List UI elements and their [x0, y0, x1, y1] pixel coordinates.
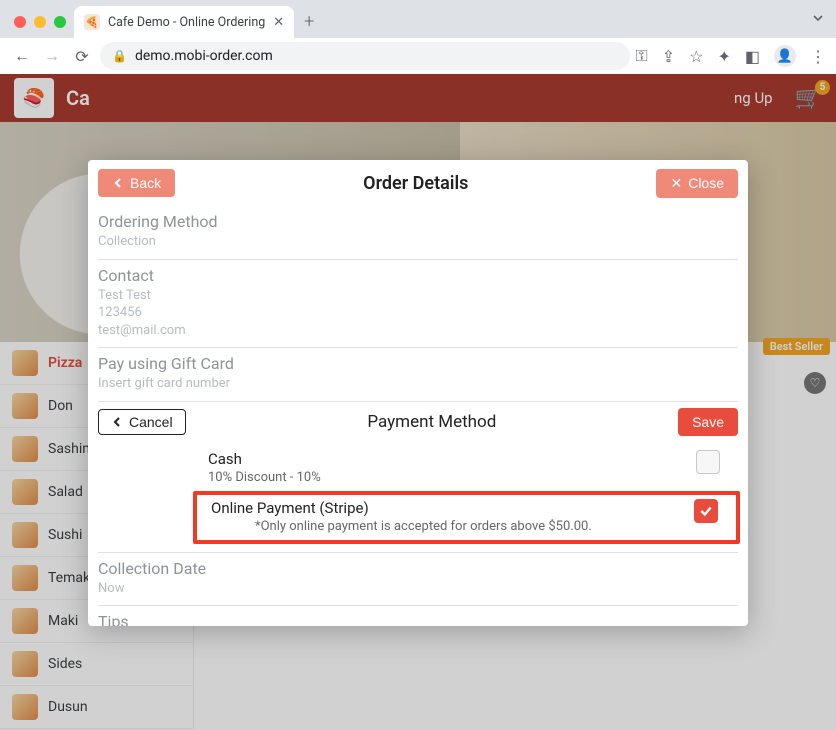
section-gift-card[interactable]: Pay using Gift Card Insert gift card num… — [98, 348, 738, 402]
address-bar[interactable]: 🔒 demo.mobi-order.com — [100, 42, 630, 70]
reload-icon[interactable]: ⟳ — [70, 47, 94, 66]
modal-body: Ordering Method Collection Contact Test … — [88, 206, 748, 626]
checkbox-unchecked[interactable] — [696, 450, 720, 474]
browser-chrome: 🍕 Cafe Demo - Online Ordering ✕ + ← → ⟳ … — [0, 0, 836, 75]
section-ordering-method[interactable]: Ordering Method Collection — [98, 206, 738, 260]
toolbar-actions: ⚿ ⇪ ☆ ✦ ◧ 👤 ⋮ — [636, 45, 826, 67]
check-icon — [699, 504, 713, 518]
ordering-method-value: Collection — [98, 233, 738, 251]
section-payment-method: Cancel Payment Method Save Cash 10% Disc… — [98, 402, 738, 553]
close-window-icon[interactable] — [14, 16, 26, 28]
gift-card-placeholder: Insert gift card number — [98, 375, 738, 393]
back-button[interactable]: Back — [98, 169, 175, 197]
contact-email: test@mail.com — [98, 322, 738, 340]
contact-phone: 123456 — [98, 304, 738, 322]
lock-icon: 🔒 — [112, 49, 127, 63]
payment-method-title: Payment Method — [186, 412, 678, 432]
contact-name: Test Test — [98, 287, 738, 305]
payment-option-note: 10% Discount - 10% — [208, 470, 696, 485]
maximize-window-icon[interactable] — [54, 16, 66, 28]
modal-title: Order Details — [175, 173, 656, 194]
extensions-icon[interactable]: ✦ — [717, 47, 730, 66]
tab-strip: 🍕 Cafe Demo - Online Ordering ✕ + — [0, 0, 836, 38]
section-title: Pay using Gift Card — [98, 354, 738, 373]
collection-date-value: Now — [98, 580, 738, 598]
payment-option-label: Cash — [208, 450, 696, 468]
window-controls[interactable] — [8, 16, 74, 38]
modal-header: Back Order Details ✕ Close — [88, 160, 748, 206]
section-title: Ordering Method — [98, 212, 738, 231]
section-contact[interactable]: Contact Test Test 123456 test@mail.com — [98, 260, 738, 349]
back-icon[interactable]: ← — [10, 46, 34, 66]
section-title: Collection Date — [98, 559, 738, 578]
new-tab-button[interactable]: + — [304, 11, 314, 32]
chevron-left-icon — [112, 177, 124, 189]
tab-close-icon[interactable]: ✕ — [273, 15, 284, 30]
url-text: demo.mobi-order.com — [135, 48, 273, 64]
key-icon[interactable]: ⚿ — [636, 46, 648, 66]
forward-icon: → — [40, 46, 64, 66]
kebab-menu-icon[interactable]: ⋮ — [810, 47, 826, 66]
payment-option-cash[interactable]: Cash 10% Discount - 10% — [98, 446, 738, 491]
profile-avatar[interactable]: 👤 — [774, 45, 796, 67]
payment-option-label: Online Payment (Stripe) — [211, 499, 694, 517]
payment-option-note: *Only online payment is accepted for ord… — [211, 519, 694, 534]
cancel-label: Cancel — [129, 414, 173, 430]
section-title: Tips — [98, 612, 738, 626]
close-button[interactable]: ✕ Close — [656, 169, 738, 198]
browser-tab[interactable]: 🍕 Cafe Demo - Online Ordering ✕ — [74, 6, 294, 38]
checkbox-checked[interactable] — [694, 499, 718, 523]
close-icon: ✕ — [670, 175, 682, 192]
favicon-icon: 🍕 — [84, 14, 100, 30]
save-button[interactable]: Save — [678, 408, 738, 436]
tab-title: Cafe Demo - Online Ordering — [108, 15, 265, 30]
tabs-overflow-icon[interactable] — [812, 9, 824, 28]
cancel-button[interactable]: Cancel — [98, 409, 186, 435]
minimize-window-icon[interactable] — [34, 16, 46, 28]
side-panel-icon[interactable]: ◧ — [745, 47, 760, 66]
chevron-left-icon — [111, 416, 123, 428]
section-collection-date[interactable]: Collection Date Now — [98, 553, 738, 607]
chevron-down-icon — [812, 12, 824, 24]
bookmark-icon[interactable]: ☆ — [689, 47, 703, 66]
payment-option-online-highlight: Online Payment (Stripe) *Only online pay… — [193, 491, 740, 544]
close-label: Close — [688, 175, 724, 191]
payment-method-header: Cancel Payment Method Save — [98, 404, 738, 442]
share-icon[interactable]: ⇪ — [662, 47, 675, 66]
payment-options: Cash 10% Discount - 10% Online Payment (… — [98, 442, 738, 544]
section-tips[interactable]: Tips Select tips amount — [98, 606, 738, 626]
section-title: Contact — [98, 266, 738, 285]
toolbar: ← → ⟳ 🔒 demo.mobi-order.com ⚿ ⇪ ☆ ✦ ◧ 👤 … — [0, 38, 836, 74]
page-content: 🍣 Ca ng Up 🛒 5 ≣ ▤ ▦ Pizza Don Sashimi S… — [0, 74, 836, 730]
back-label: Back — [130, 175, 161, 191]
save-label: Save — [692, 414, 724, 430]
order-details-modal: Back Order Details ✕ Close Ordering Meth… — [88, 160, 748, 626]
